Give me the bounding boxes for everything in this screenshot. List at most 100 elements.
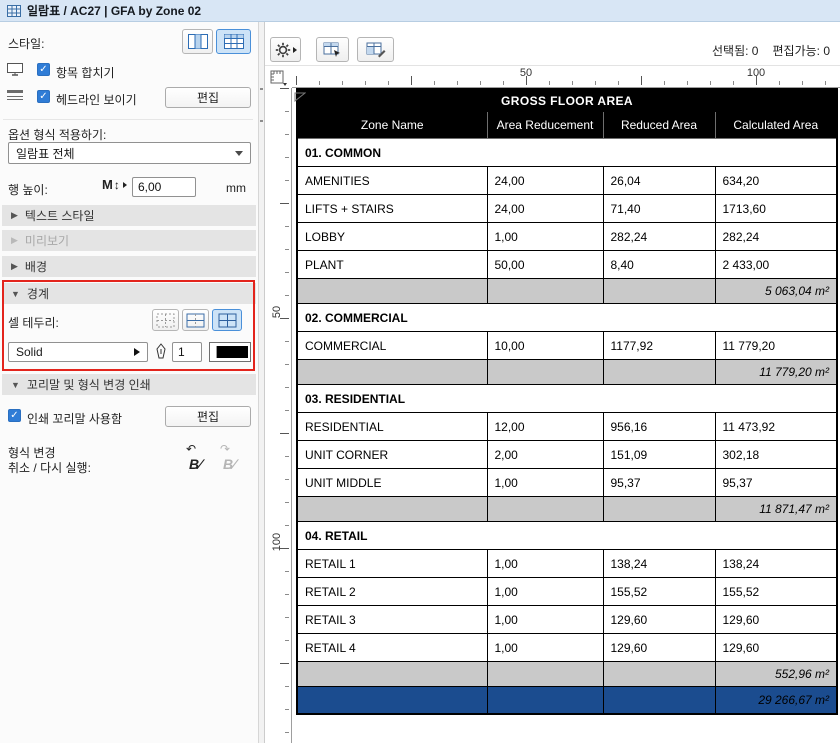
chevron-down-icon (235, 151, 243, 156)
value-cell[interactable]: 1,00 (487, 606, 603, 634)
style-grid-2-button[interactable] (216, 29, 251, 54)
zone-name-cell[interactable]: AMENITIES (297, 167, 487, 195)
line-type-select[interactable]: Solid (8, 342, 148, 362)
value-cell[interactable]: 95,37 (715, 469, 837, 497)
schedule-canvas[interactable]: GROSS FLOOR AREAZone NameArea Reducement… (292, 88, 840, 743)
redo-arrow-icon: ↷ (220, 442, 230, 456)
value-cell[interactable]: 11 473,92 (715, 413, 837, 441)
ruler-icon (270, 70, 288, 87)
border-all-button[interactable] (212, 309, 242, 331)
zone-name-cell[interactable]: LIFTS + STAIRS (297, 195, 487, 223)
zone-name-cell[interactable]: UNIT MIDDLE (297, 469, 487, 497)
value-cell[interactable]: 2,00 (487, 441, 603, 469)
headline-checkbox[interactable]: ✓ (37, 90, 50, 103)
value-cell[interactable]: 1,00 (487, 578, 603, 606)
group-header[interactable]: 03. RESIDENTIAL (297, 385, 837, 413)
value-cell[interactable]: 129,60 (715, 606, 837, 634)
value-cell[interactable]: 1177,92 (603, 332, 715, 360)
zone-name-cell[interactable]: RETAIL 4 (297, 634, 487, 662)
section-background[interactable]: ▶ 배경 (2, 256, 256, 277)
value-cell[interactable]: 282,24 (715, 223, 837, 251)
border-horizontal-button[interactable] (182, 309, 209, 331)
zone-name-cell[interactable]: COMMERCIAL (297, 332, 487, 360)
row-height-input[interactable] (132, 177, 196, 197)
value-cell[interactable]: 155,52 (715, 578, 837, 606)
value-cell[interactable]: 12,00 (487, 413, 603, 441)
section-footer-print[interactable]: ▼ 꼬리말 및 형식 변경 인쇄 (2, 374, 256, 395)
zone-name-cell[interactable]: UNIT CORNER (297, 441, 487, 469)
horizontal-ruler[interactable]: 50 100 (292, 66, 840, 88)
format-redo-button[interactable]: ↷B∕ (217, 444, 247, 472)
value-cell[interactable]: 155,52 (603, 578, 715, 606)
format-undo-button[interactable]: ↶B∕ (183, 444, 213, 472)
zone-name-cell[interactable]: RETAIL 3 (297, 606, 487, 634)
style-grid-1-button[interactable] (182, 29, 213, 54)
value-cell[interactable]: 24,00 (487, 195, 603, 223)
headline-edit-button[interactable]: 편집 (165, 87, 251, 108)
table-row: 552,96 m² (297, 662, 837, 687)
value-cell[interactable]: 1,00 (487, 550, 603, 578)
group-header[interactable]: 01. COMMON (297, 139, 837, 167)
value-cell[interactable]: 138,24 (603, 550, 715, 578)
value-cell[interactable]: 1713,60 (715, 195, 837, 223)
group-header[interactable]: 04. RETAIL (297, 522, 837, 550)
value-cell[interactable]: 8,40 (603, 251, 715, 279)
value-cell[interactable]: 1,00 (487, 634, 603, 662)
table-row: 11 779,20 m² (297, 360, 837, 385)
v-ruler-mark-100: 100 (271, 531, 283, 553)
zone-name-cell[interactable]: RETAIL 1 (297, 550, 487, 578)
value-cell[interactable]: 2 433,00 (715, 251, 837, 279)
pen-weight-input[interactable] (172, 342, 202, 362)
value-cell[interactable]: 24,00 (487, 167, 603, 195)
value-cell[interactable]: 95,37 (603, 469, 715, 497)
section-background-label: 배경 (25, 258, 47, 275)
value-cell[interactable]: 129,60 (715, 634, 837, 662)
merge-items-checkbox[interactable]: ✓ (37, 63, 50, 76)
value-cell[interactable]: 26,04 (603, 167, 715, 195)
value-cell[interactable]: 956,16 (603, 413, 715, 441)
ruler-options-button[interactable] (267, 68, 290, 89)
column-header[interactable]: Zone Name (297, 112, 487, 139)
table-format-tool-button[interactable] (357, 37, 394, 62)
zone-name-cell[interactable]: RETAIL 2 (297, 578, 487, 606)
table-column-tool-button[interactable] (316, 37, 349, 62)
value-cell[interactable]: 282,24 (603, 223, 715, 251)
column-header[interactable]: Reduced Area (603, 112, 715, 139)
value-cell[interactable]: 10,00 (487, 332, 603, 360)
print-footer-checkbox[interactable]: ✓ (8, 409, 21, 422)
value-cell[interactable]: 71,40 (603, 195, 715, 223)
value-cell[interactable]: 302,18 (715, 441, 837, 469)
value-cell[interactable]: 138,24 (715, 550, 837, 578)
value-cell[interactable]: 1,00 (487, 223, 603, 251)
pen-color-button[interactable] (209, 342, 251, 362)
footer-edit-button[interactable]: 편집 (165, 406, 251, 427)
headline-label: 헤드라인 보이기 (56, 91, 137, 108)
group-header[interactable]: 02. COMMERCIAL (297, 304, 837, 332)
table-row: 29 266,67 m² (297, 687, 837, 714)
value-cell[interactable]: 50,00 (487, 251, 603, 279)
section-text-style[interactable]: ▶ 텍스트 스타일 (2, 205, 256, 226)
apply-format-value: 일람표 전체 (16, 145, 75, 162)
value-cell[interactable]: 634,20 (715, 167, 837, 195)
divider (3, 119, 253, 120)
border-none-button[interactable] (152, 309, 179, 331)
value-cell[interactable]: 129,60 (603, 606, 715, 634)
scheme-settings-button[interactable] (270, 37, 301, 62)
table-select-icon (323, 42, 342, 58)
column-header[interactable]: Calculated Area (715, 112, 837, 139)
value-cell[interactable]: 129,60 (603, 634, 715, 662)
column-header[interactable]: Area Reducement (487, 112, 603, 139)
value-cell[interactable]: 151,09 (603, 441, 715, 469)
ruler-major-ticks (280, 88, 289, 743)
value-cell[interactable]: 1,00 (487, 469, 603, 497)
value-cell[interactable]: 11 779,20 (715, 332, 837, 360)
table-row: 11 871,47 m² (297, 497, 837, 522)
section-border[interactable]: ▼ 경계 (2, 283, 256, 304)
zone-name-cell[interactable]: PLANT (297, 251, 487, 279)
apply-format-select[interactable]: 일람표 전체 (8, 142, 251, 164)
zone-name-cell[interactable]: LOBBY (297, 223, 487, 251)
zone-name-cell[interactable]: RESIDENTIAL (297, 413, 487, 441)
vertical-ruler[interactable]: 50 100 (265, 88, 292, 743)
sidebar-scrollbar[interactable] (258, 22, 265, 743)
table-title: GROSS FLOOR AREA (297, 90, 837, 112)
